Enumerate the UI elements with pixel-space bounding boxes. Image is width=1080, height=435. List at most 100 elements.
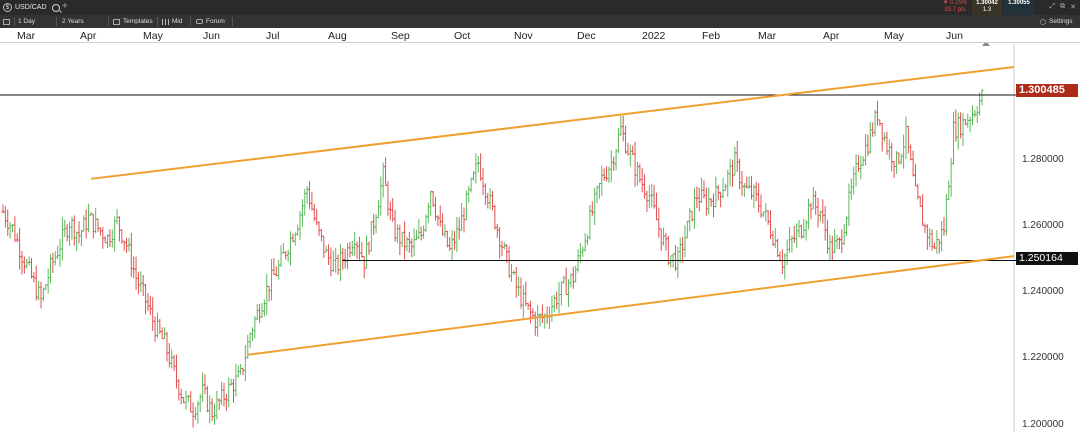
spread-label: 1.3 [982, 7, 992, 13]
add-tab-icon[interactable]: + [62, 1, 68, 12]
ohlc-bar [327, 244, 331, 266]
ohlc-bar [678, 237, 682, 263]
ohlc-bar [552, 294, 556, 313]
forum-button[interactable]: Forum [196, 15, 225, 28]
ohlc-bar [336, 254, 340, 275]
ohlc-bar [139, 271, 143, 293]
ohlc-bar [84, 209, 88, 239]
ohlc-bar [460, 202, 464, 231]
price-chart[interactable] [0, 0, 1080, 435]
ohlc-bar [37, 280, 41, 301]
ohlc-bar [968, 116, 972, 133]
templates-button[interactable]: Templates [113, 15, 153, 28]
month-label: Jun [203, 30, 220, 42]
ohlc-bar [68, 222, 72, 246]
ohlc-bar [951, 111, 955, 165]
ohlc-bar [129, 232, 133, 278]
ohlc-bar [265, 273, 269, 316]
ohlc-bar [334, 247, 338, 273]
ohlc-bar [251, 327, 255, 341]
ohlc-bar [776, 238, 780, 258]
ohlc-bar [329, 247, 333, 277]
ohlc-bar [624, 125, 628, 154]
ohlc-bar [241, 367, 245, 376]
support-level-tag[interactable]: 1.250164 [1016, 252, 1078, 265]
ohlc-bar [861, 156, 865, 167]
ohlc-bar [752, 184, 756, 209]
ohlc-bar [98, 227, 102, 236]
ask-button[interactable]: 1.30055 [1004, 0, 1034, 15]
chat-icon [196, 19, 203, 24]
symbol-label: USD/CAD [15, 4, 47, 11]
ohlc-bar [868, 122, 872, 154]
ohlc-bar [350, 240, 354, 256]
ohlc-bar [258, 304, 262, 323]
close-icon[interactable]: ✕ [1070, 3, 1076, 11]
ask-price: 1.30055 [1008, 0, 1030, 6]
ohlc-bar [208, 395, 212, 424]
ohlc-bar [400, 231, 404, 248]
ohlc-bar [904, 116, 908, 160]
ohlc-bar [60, 217, 64, 261]
ohlc-bar [581, 246, 585, 257]
ohlc-bar [659, 228, 663, 251]
ohlc-bar [346, 243, 350, 270]
ohlc-bar [72, 215, 76, 246]
ohlc-bar [153, 316, 157, 342]
ohlc-bar [308, 181, 312, 210]
ohlc-bar [305, 186, 309, 204]
month-label: Mar [17, 30, 36, 42]
settings-button[interactable]: Settings [1040, 15, 1073, 28]
ohlc-bar [814, 190, 818, 215]
ohlc-bar [854, 153, 858, 187]
ohlc-bar [735, 140, 739, 172]
ohlc-bar [911, 150, 915, 177]
popout-icon[interactable]: ⧉ [1060, 3, 1065, 11]
range-selector[interactable]: 2 Years [62, 15, 84, 28]
ohlc-bar [975, 105, 979, 124]
ohlc-bar [289, 231, 293, 266]
price-type-selector[interactable]: Mid [162, 15, 182, 28]
symbol-selector[interactable]: $ USD/CAD [3, 2, 60, 13]
ohlc-bar [452, 231, 456, 251]
ohlc-bar [614, 148, 618, 171]
ohlc-bar [355, 241, 359, 259]
ohlc-bar [652, 184, 656, 209]
ohlc-bar [20, 250, 24, 275]
search-icon[interactable] [51, 3, 60, 12]
ohlc-bar [733, 146, 737, 176]
ohlc-bar [517, 276, 521, 297]
expand-icon[interactable]: ⤢ [1050, 3, 1056, 11]
ohlc-bar [260, 302, 264, 319]
ohlc-bar [875, 100, 879, 126]
ohlc-bar [650, 183, 654, 208]
ohlc-bar [229, 378, 233, 386]
ohlc-bar [635, 161, 639, 186]
month-label: Apr [823, 30, 840, 42]
gear-icon [1040, 18, 1046, 25]
ohlc-bar [296, 224, 300, 236]
ohlc-bar [654, 192, 658, 221]
ohlc-bar [227, 377, 231, 407]
ohlc-bar [780, 249, 784, 275]
ohlc-bar [811, 187, 815, 210]
ohlc-bar [481, 167, 485, 195]
ohlc-bar [500, 240, 504, 257]
ohlc-bar [906, 125, 910, 154]
ohlc-bar [526, 303, 530, 310]
ohlc-bar [902, 134, 906, 169]
timeframe-selector[interactable]: 1 Day [18, 15, 35, 28]
bid-button[interactable]: 1.30042 1.3 [972, 0, 1002, 15]
ohlc-bar [683, 225, 687, 258]
ohlc-bar [115, 208, 119, 225]
ohlc-bar [640, 168, 644, 193]
ohlc-bar [531, 308, 535, 318]
ohlc-bar [217, 398, 221, 411]
ohlc-bar [77, 221, 81, 244]
ohlc-bar [82, 215, 86, 232]
ohlc-bar [108, 229, 112, 248]
ohlc-bar [807, 198, 811, 230]
ohlc-bar [365, 235, 369, 269]
ohlc-bar [419, 226, 423, 241]
layout-button[interactable] [3, 15, 10, 28]
